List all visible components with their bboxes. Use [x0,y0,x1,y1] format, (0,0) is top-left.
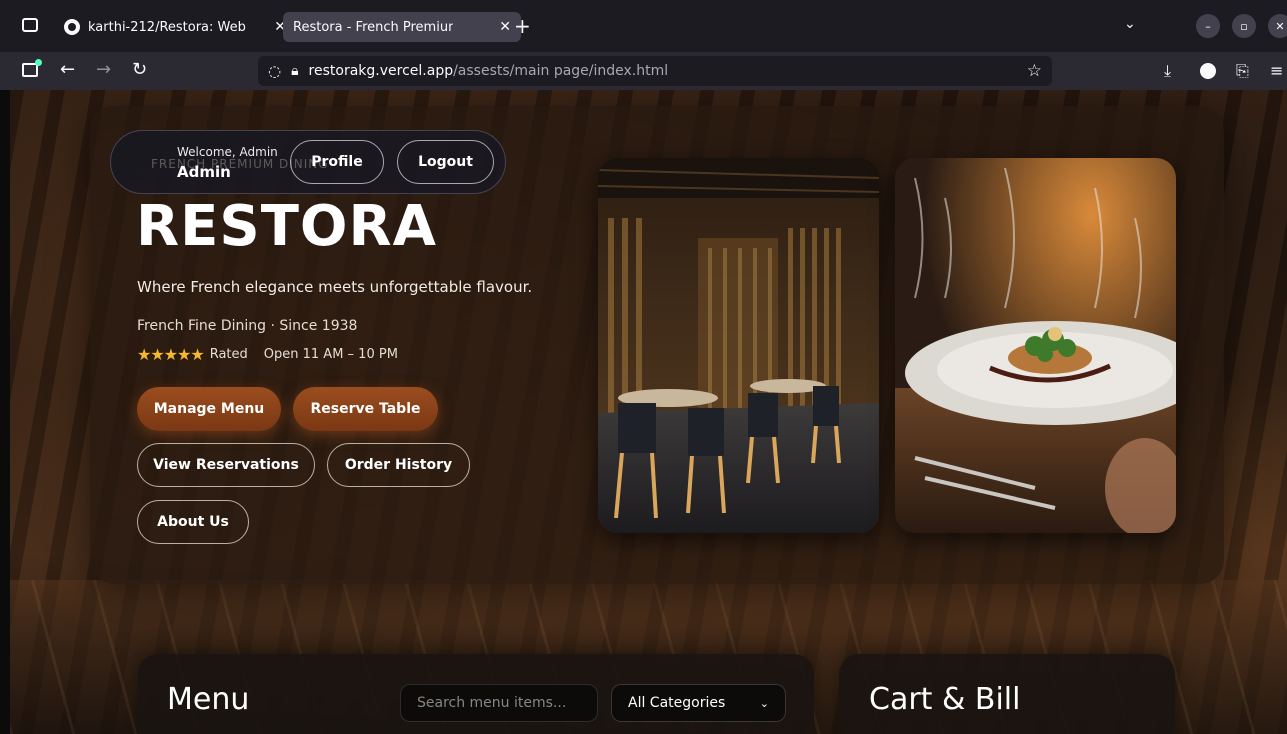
reserve-table-button[interactable]: Reserve Table [293,387,438,431]
extensions-icon[interactable]: ⎘ [1236,61,1249,81]
opening-hours: Open 11 AM – 10 PM [263,347,398,362]
navigation-bar: ← → ↻ ◌ 🔒︎ restorakg.vercel.app/assests/… [0,52,1287,90]
category-select-value: All Categories [628,695,726,711]
tab-title: karthi-212/Restora: Web [88,19,246,35]
hero-rating: ★★★★★ Rated Open 11 AM – 10 PM [137,345,398,364]
tab-bar: karthi-212/Restora: Web ✕ Restora - Fren… [0,0,1287,53]
hero-title: RESTORA [136,194,437,259]
restaurant-interior-photo [598,158,879,533]
user-name: Admin [177,163,231,181]
address-bar[interactable]: ◌ 🔒︎ restorakg.vercel.app/assests/main p… [258,56,1052,86]
tab-close-icon[interactable]: ✕ [499,19,511,35]
tab-overview-icon[interactable] [22,18,38,32]
sidebar-icon[interactable] [22,59,42,77]
bookmark-star-icon[interactable]: ☆ [1027,61,1042,81]
profile-button[interactable]: Profile [290,140,384,184]
tab-github[interactable]: karthi-212/Restora: Web ✕ [54,12,296,42]
chevron-down-icon[interactable]: ⌄ [1124,16,1136,32]
logout-button[interactable]: Logout [397,140,494,184]
hamburger-menu-icon[interactable]: ≡ [1270,61,1283,80]
tab-restora[interactable]: Restora - French Premium Re ✕ [283,12,521,42]
hero-tagline: Where French elegance meets unforgettabl… [137,278,533,296]
welcome-label: Welcome, Admin [177,145,278,159]
category-select[interactable]: All Categories ⌄ [611,684,786,722]
menu-panel: Menu All Categories ⌄ [138,654,814,734]
account-icon[interactable] [1200,63,1216,79]
cart-panel: Cart & Bill [839,654,1175,734]
shield-icon[interactable]: ◌ [268,62,281,80]
new-tab-button[interactable]: + [514,14,531,38]
minimize-button[interactable]: – [1196,14,1220,38]
menu-title: Menu [167,682,250,717]
cart-title: Cart & Bill [869,682,1021,717]
back-arrow-icon[interactable]: ← [60,59,75,80]
about-us-button[interactable]: About Us [137,500,249,544]
tab-title: Restora - French Premium Re [293,19,453,35]
view-reservations-button[interactable]: View Reservations [137,443,315,487]
url-host: restorakg.vercel.app [308,63,454,79]
close-window-button[interactable]: ✕ [1268,14,1287,38]
chevron-down-icon: ⌄ [759,696,769,710]
reload-icon[interactable]: ↻ [132,59,147,80]
order-history-button[interactable]: Order History [327,443,470,487]
forward-arrow-icon[interactable]: → [96,59,111,80]
plated-dish-photo [895,158,1176,533]
url-path: /assests/main page/index.html [453,63,669,79]
github-icon [64,19,80,35]
hero-meta: French Fine Dining · Since 1938 [137,318,358,334]
rated-label: Rated [209,347,248,362]
manage-menu-button[interactable]: Manage Menu [137,387,281,431]
download-icon[interactable]: ⤓ [1164,61,1171,81]
menu-search-input[interactable] [400,684,598,722]
maximize-button[interactable]: ▫ [1232,14,1256,38]
browser-window: karthi-212/Restora: Web ✕ Restora - Fren… [0,0,1287,734]
lock-icon[interactable]: 🔒︎ [291,63,298,79]
page-viewport: FRENCH PREMIUM DINING Welcome, Admin Adm… [10,90,1287,734]
star-rating-icon: ★★★★★ [137,345,205,364]
